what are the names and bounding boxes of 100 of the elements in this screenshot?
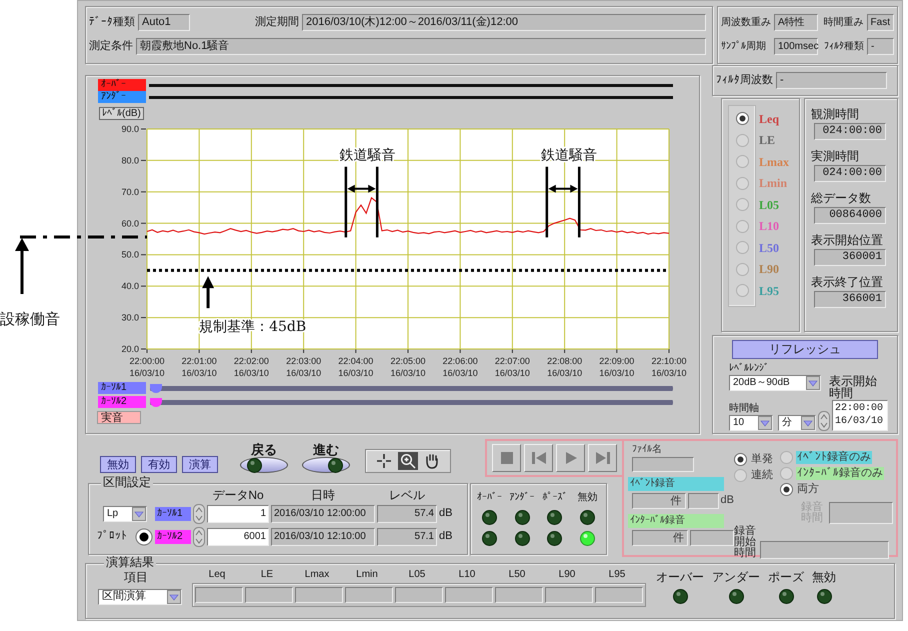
display-field — [395, 587, 443, 603]
slider-thumb[interactable] — [150, 398, 162, 406]
input-field[interactable] — [829, 502, 893, 524]
legend-label: ｵｰﾊﾞｰ — [98, 79, 146, 91]
display-field: 360001 — [814, 249, 886, 266]
cursor-label: ｶｰｿﾙ2 — [155, 530, 191, 544]
zoom-button[interactable] — [398, 452, 418, 470]
x-tick-label: 22:04:00 16/03/10 — [338, 356, 374, 377]
display-field — [245, 587, 293, 603]
radio-button[interactable] — [736, 241, 748, 254]
display-field: 2016/03/10 12:10:00 — [271, 528, 375, 546]
display-field — [545, 587, 593, 603]
oval-button[interactable] — [302, 457, 350, 473]
caret-icon[interactable] — [801, 416, 815, 430]
slider-thumb[interactable] — [150, 384, 162, 392]
radio-button[interactable] — [734, 452, 747, 466]
axis-title: ﾚﾍﾞﾙ(dB) — [99, 107, 144, 120]
radio-button[interactable] — [780, 466, 793, 480]
audio-label: 実音 — [97, 411, 141, 424]
field-label: 表示開始位置 — [811, 233, 883, 247]
display-field: A特性 — [774, 14, 818, 31]
radio-button[interactable] — [736, 220, 748, 233]
refresh-button[interactable]: リフレッシュ — [732, 340, 878, 359]
field-label: ﾌﾟﾛｯﾄ — [97, 530, 127, 544]
column-header: LE — [260, 569, 274, 581]
led-label: ポーズ — [768, 570, 804, 584]
slider-track[interactable] — [150, 384, 673, 392]
metric-label: LE — [759, 133, 776, 148]
radio-button[interactable] — [736, 155, 748, 168]
input-field[interactable] — [632, 457, 694, 472]
caret-icon[interactable] — [132, 507, 146, 521]
led-label: オーバー — [656, 570, 704, 584]
radio-button[interactable] — [736, 176, 748, 190]
radio-button[interactable] — [736, 262, 748, 276]
skip-forward-button[interactable] — [588, 444, 617, 472]
caret-icon[interactable] — [806, 376, 820, 390]
caret-icon[interactable] — [758, 416, 772, 430]
led-icon — [247, 458, 262, 472]
column-header: L10 — [458, 569, 476, 581]
dropdown[interactable]: 分 — [778, 415, 816, 431]
number-field[interactable]: 6001 — [207, 528, 269, 546]
slider-track[interactable] — [150, 398, 673, 406]
cursor-label: ｶｰｿﾙ2 — [98, 396, 146, 408]
up-arrow — [14, 238, 30, 294]
radio-button[interactable] — [736, 198, 748, 212]
column-header: Lmax — [304, 569, 330, 581]
field-label: 録音開始時間 — [734, 526, 756, 559]
field-label: 総データ数 — [811, 191, 871, 205]
metric-label: L90 — [759, 262, 780, 276]
field-label: 周波数重み — [721, 16, 771, 28]
input-field[interactable] — [760, 541, 889, 559]
crosshair-button[interactable] — [374, 452, 394, 470]
dropdown[interactable]: 20dB～90dB — [729, 375, 821, 391]
x-tick-label: 22:03:00 16/03/10 — [286, 356, 322, 377]
led-label: ﾎﾟｰｽﾞ — [542, 492, 568, 504]
stop-button[interactable] — [492, 444, 521, 472]
display-field: - — [867, 38, 894, 55]
play-button[interactable] — [556, 444, 585, 472]
y-tick-label: 60.0 — [121, 218, 139, 228]
y-tick-label: 50.0 — [121, 250, 139, 260]
radio-button[interactable] — [736, 284, 748, 298]
radio-button[interactable] — [736, 112, 748, 126]
dropdown[interactable]: 区間演算 — [98, 589, 182, 605]
interval-bracket — [546, 166, 580, 238]
display-field — [595, 587, 643, 603]
x-tick-label: 22:07:00 16/03/10 — [494, 356, 530, 377]
value-field — [688, 493, 719, 509]
display-field — [495, 587, 543, 603]
spinner-icon[interactable] — [193, 527, 205, 547]
display-field: 朝霞敷地No.1騒音 — [136, 38, 706, 55]
time-field[interactable]: 22:00:00 16/03/10 — [832, 400, 888, 431]
radio-button[interactable] — [780, 450, 793, 464]
y-tick-label: 80.0 — [121, 155, 139, 166]
x-tick-label: 22:09:00 16/03/10 — [599, 356, 634, 377]
radio-label: 両方 — [796, 482, 820, 496]
magnifier-icon — [400, 453, 416, 469]
number-field[interactable]: 1 — [207, 505, 269, 523]
group-title: 演算結果 — [104, 556, 156, 569]
radio-button[interactable] — [736, 134, 748, 147]
dropdown[interactable]: Lp — [103, 506, 147, 522]
display-field: 100msec — [774, 38, 818, 55]
field-label: 観測時間 — [811, 107, 859, 121]
action-button[interactable]: 演算 — [182, 456, 218, 473]
action-button[interactable]: 無効 — [100, 456, 136, 473]
radio-button[interactable] — [780, 482, 793, 496]
skip-back-button[interactable] — [524, 444, 553, 472]
x-tick-label: 22:01:00 16/03/10 — [182, 356, 217, 377]
caret-icon[interactable] — [167, 590, 181, 604]
led-icon — [328, 458, 343, 472]
led-label: アンダー — [712, 570, 760, 584]
spinner-icon[interactable] — [193, 504, 205, 524]
spinner-icon[interactable] — [818, 411, 830, 431]
count-field: 件 — [632, 530, 688, 546]
action-button[interactable]: 有効 — [141, 456, 177, 473]
round-toggle-button[interactable] — [135, 528, 153, 546]
field-label: 実測時間 — [811, 149, 859, 163]
radio-button[interactable] — [734, 468, 747, 482]
oval-button[interactable] — [240, 457, 288, 473]
dropdown[interactable]: 10 — [729, 415, 773, 431]
field-label: 時間軸 — [729, 403, 759, 415]
